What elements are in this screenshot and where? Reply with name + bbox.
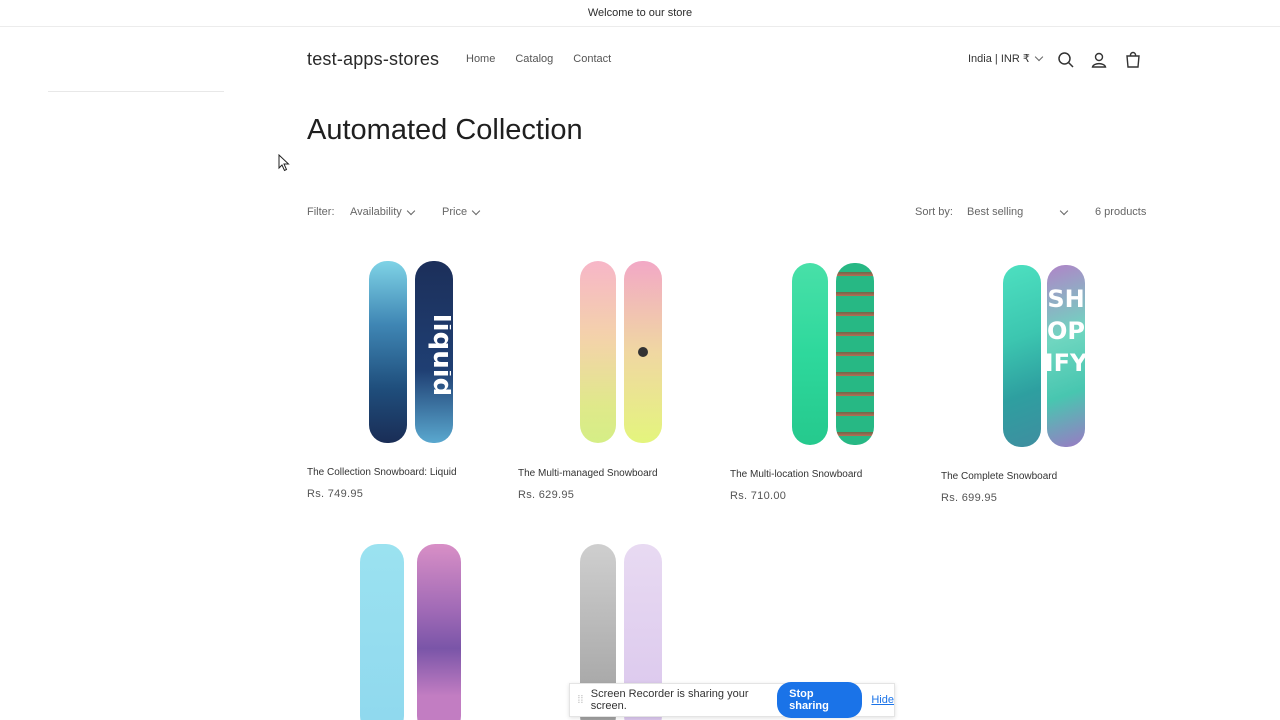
chevron-down-icon	[1034, 52, 1044, 62]
svg-text:IFY: IFY	[1047, 349, 1085, 377]
svg-text:SH: SH	[1047, 285, 1084, 313]
screen-share-bar: ⁞⁞ Screen Recorder is sharing your scree…	[569, 682, 895, 718]
nav-catalog[interactable]: Catalog	[515, 53, 553, 65]
product-card[interactable]: The Multi-location Snowboard Rs. 710.00	[730, 257, 920, 502]
cart-icon[interactable]	[1123, 50, 1143, 70]
product-price: Rs. 699.95	[941, 492, 998, 504]
board-binding-graphic	[638, 347, 648, 357]
nav-home[interactable]: Home	[466, 53, 495, 65]
chevron-down-icon	[1059, 206, 1069, 215]
product-count: 6 products	[1095, 206, 1147, 218]
chevron-down-icon	[471, 206, 481, 215]
header-divider	[48, 91, 224, 92]
sort-value: Best selling	[967, 206, 1024, 218]
product-name[interactable]: The Collection Snowboard: Liquid	[307, 467, 457, 478]
product-card[interactable]: The Multi-managed Snowboard Rs. 629.95	[518, 255, 708, 501]
country-label: India | INR ₹	[968, 53, 1030, 65]
sort-label: Sort by:	[915, 206, 953, 218]
chevron-down-icon	[406, 206, 416, 215]
product-image[interactable]	[518, 255, 708, 445]
svg-text:OP: OP	[1047, 317, 1085, 345]
drag-handle-icon[interactable]: ⁞⁞	[574, 694, 587, 706]
product-image[interactable]	[307, 538, 497, 720]
announcement-text: Welcome to our store	[587, 7, 693, 19]
announcement-bar: Welcome to our store	[0, 0, 1280, 27]
product-image[interactable]: SH OP IFY	[941, 259, 1131, 449]
mouse-cursor-icon	[278, 154, 290, 172]
search-icon[interactable]	[1056, 50, 1076, 70]
product-price: Rs. 629.95	[518, 489, 575, 501]
svg-text:liquid: liquid	[427, 314, 451, 396]
filter-bar: Filter: Availability Price Sort by: Best…	[307, 206, 1147, 222]
product-image[interactable]: liquid	[307, 255, 497, 445]
shopify-logo-graphic: SH OP IFY	[1047, 285, 1085, 377]
product-card[interactable]	[307, 538, 497, 720]
country-selector[interactable]: India | INR ₹	[968, 52, 1044, 65]
sort-select[interactable]: Best selling	[967, 206, 1069, 218]
store-logo[interactable]: test-apps-stores	[307, 49, 439, 70]
availability-filter[interactable]: Availability	[350, 206, 416, 218]
product-price: Rs. 710.00	[730, 490, 787, 502]
product-name[interactable]: The Complete Snowboard	[941, 471, 1057, 482]
product-price: Rs. 749.95	[307, 488, 364, 500]
account-icon[interactable]	[1089, 50, 1109, 70]
liquid-logo-graphic: liquid	[427, 314, 451, 396]
main-nav: Home Catalog Contact	[466, 53, 631, 65]
product-image[interactable]	[730, 257, 920, 447]
product-card[interactable]: SH OP IFY The Complete Snowboard Rs. 699…	[941, 259, 1131, 504]
product-card[interactable]: liquid The Collection Snowboard: Liquid …	[307, 255, 497, 500]
share-message: Screen Recorder is sharing your screen.	[590, 688, 749, 712]
stop-sharing-button[interactable]: Stop sharing	[777, 682, 863, 718]
hide-link[interactable]: Hide	[871, 694, 894, 706]
price-label: Price	[442, 206, 468, 218]
availability-label: Availability	[350, 206, 402, 218]
site-header: test-apps-stores Home Catalog Contact In…	[0, 28, 1280, 92]
collection-title: Automated Collection	[307, 114, 583, 146]
nav-contact[interactable]: Contact	[573, 53, 611, 65]
product-name[interactable]: The Multi-managed Snowboard	[518, 468, 658, 479]
price-filter[interactable]: Price	[442, 206, 481, 218]
filter-label: Filter:	[307, 206, 335, 218]
product-name[interactable]: The Multi-location Snowboard	[730, 469, 862, 480]
